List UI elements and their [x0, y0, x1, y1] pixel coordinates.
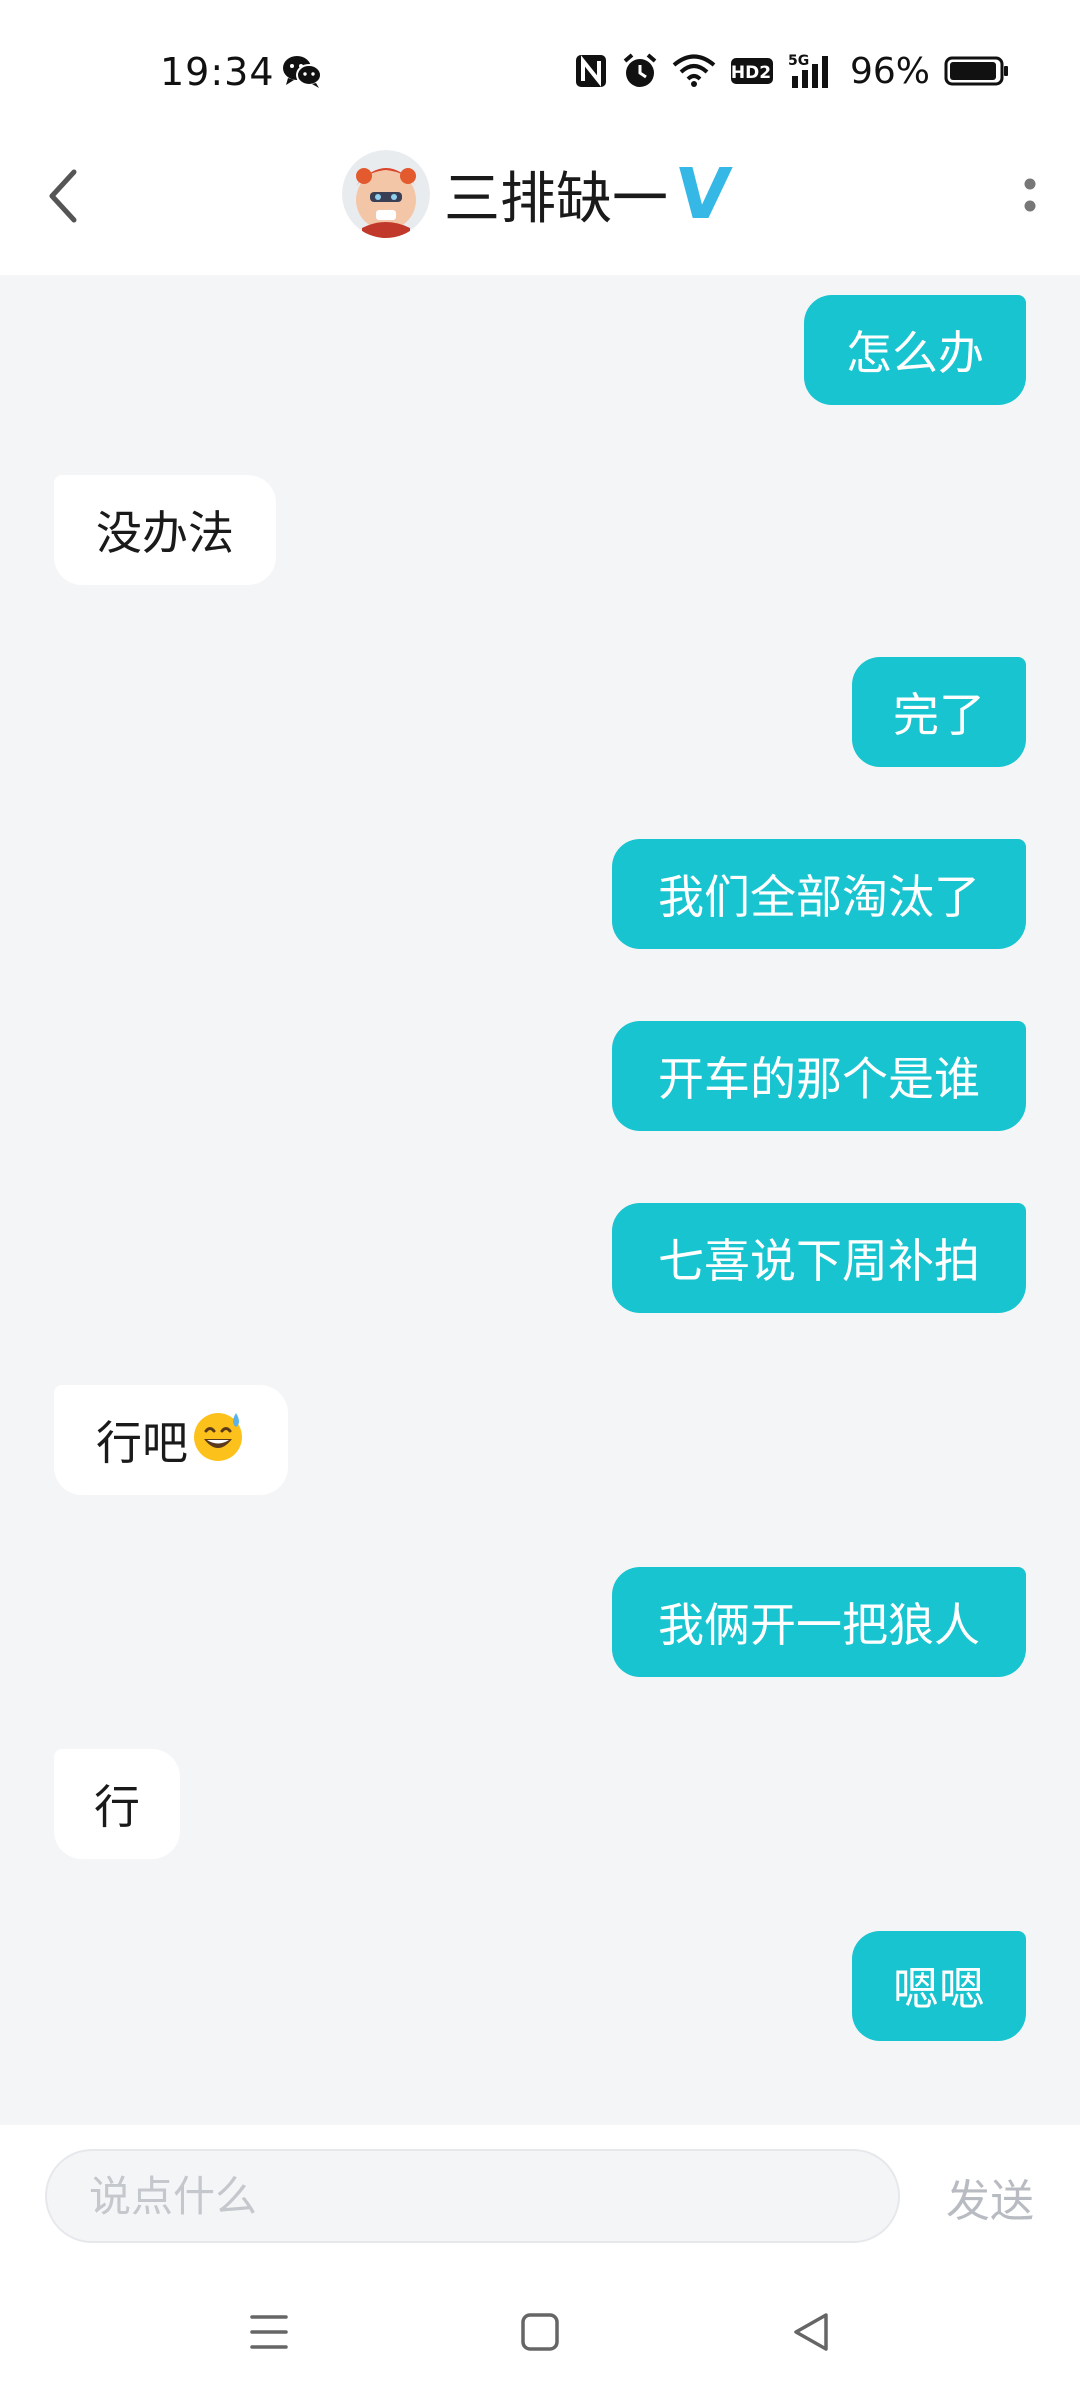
chat-title: 三排缺一: [444, 166, 668, 232]
message-bubble-sent[interactable]: 开车的那个是谁: [612, 1021, 1026, 1131]
message-text: 我们全部淘汰了: [658, 870, 980, 924]
message-bubble-sent[interactable]: 嗯嗯: [852, 1931, 1026, 2041]
message-text: 没办法: [96, 506, 234, 560]
chat-title-group[interactable]: 三排缺一 V: [342, 144, 734, 244]
message-bubble-sent[interactable]: 完了: [852, 657, 1026, 767]
message-bubble-received[interactable]: 行: [54, 1749, 180, 1859]
more-icon[interactable]: [1014, 160, 1046, 230]
message-bubble-sent[interactable]: 我俩开一把狼人: [612, 1567, 1026, 1677]
message-text: 行: [94, 1780, 140, 1834]
send-button[interactable]: 发送: [946, 2165, 1034, 2229]
svg-text:5G: 5G: [788, 53, 809, 69]
menu-icon[interactable]: [244, 2307, 294, 2357]
message-text: 行吧: [96, 1416, 188, 1470]
status-icons: HD2 5G 96%: [574, 46, 1010, 96]
signal-icon: 5G: [788, 52, 836, 90]
message-text: 完了: [893, 688, 985, 742]
message-text: 开车的那个是谁: [658, 1052, 980, 1106]
status-bar: 19:34 HD2 5G 96%: [0, 0, 1080, 130]
wifi-icon: [672, 54, 716, 88]
vip-badge: V: [671, 153, 735, 235]
message-text: 怎么办: [846, 326, 984, 380]
message-text: 七喜说下周补拍: [658, 1234, 980, 1288]
status-time: 19:34: [160, 50, 275, 94]
message-bubble-received[interactable]: 行吧: [54, 1385, 288, 1495]
message-text: 我俩开一把狼人: [658, 1598, 980, 1652]
svg-text:HD2: HD2: [731, 63, 771, 83]
hd-voice-icon: HD2: [730, 56, 774, 86]
message-bubble-received[interactable]: 没办法: [54, 475, 276, 585]
battery-icon: [944, 55, 1010, 87]
message-bubble-sent[interactable]: 怎么办: [804, 295, 1026, 405]
avatar[interactable]: [342, 150, 430, 238]
sweat-smile-emoji: [190, 1407, 246, 1474]
nfc-icon: [574, 53, 608, 89]
message-input[interactable]: [45, 2149, 900, 2243]
message-bubble-sent[interactable]: 七喜说下周补拍: [612, 1203, 1026, 1313]
chat-header: 三排缺一 V: [0, 130, 1080, 275]
back-triangle-icon[interactable]: [786, 2307, 836, 2357]
back-icon[interactable]: [40, 160, 90, 230]
battery-percent: 96%: [849, 50, 930, 92]
message-text: 嗯嗯: [893, 1962, 985, 2016]
input-bar: 发送: [0, 2125, 1080, 2265]
message-bubble-sent[interactable]: 我们全部淘汰了: [612, 839, 1026, 949]
wechat-icon: [282, 54, 322, 90]
chat-area: 怎么办 没办法 完了 我们全部淘汰了 开车的那个是谁 七喜说下周补拍 行吧 我俩…: [0, 275, 1080, 2125]
home-icon[interactable]: [515, 2307, 565, 2357]
alarm-icon: [622, 52, 658, 90]
system-nav-bar: [0, 2265, 1080, 2400]
